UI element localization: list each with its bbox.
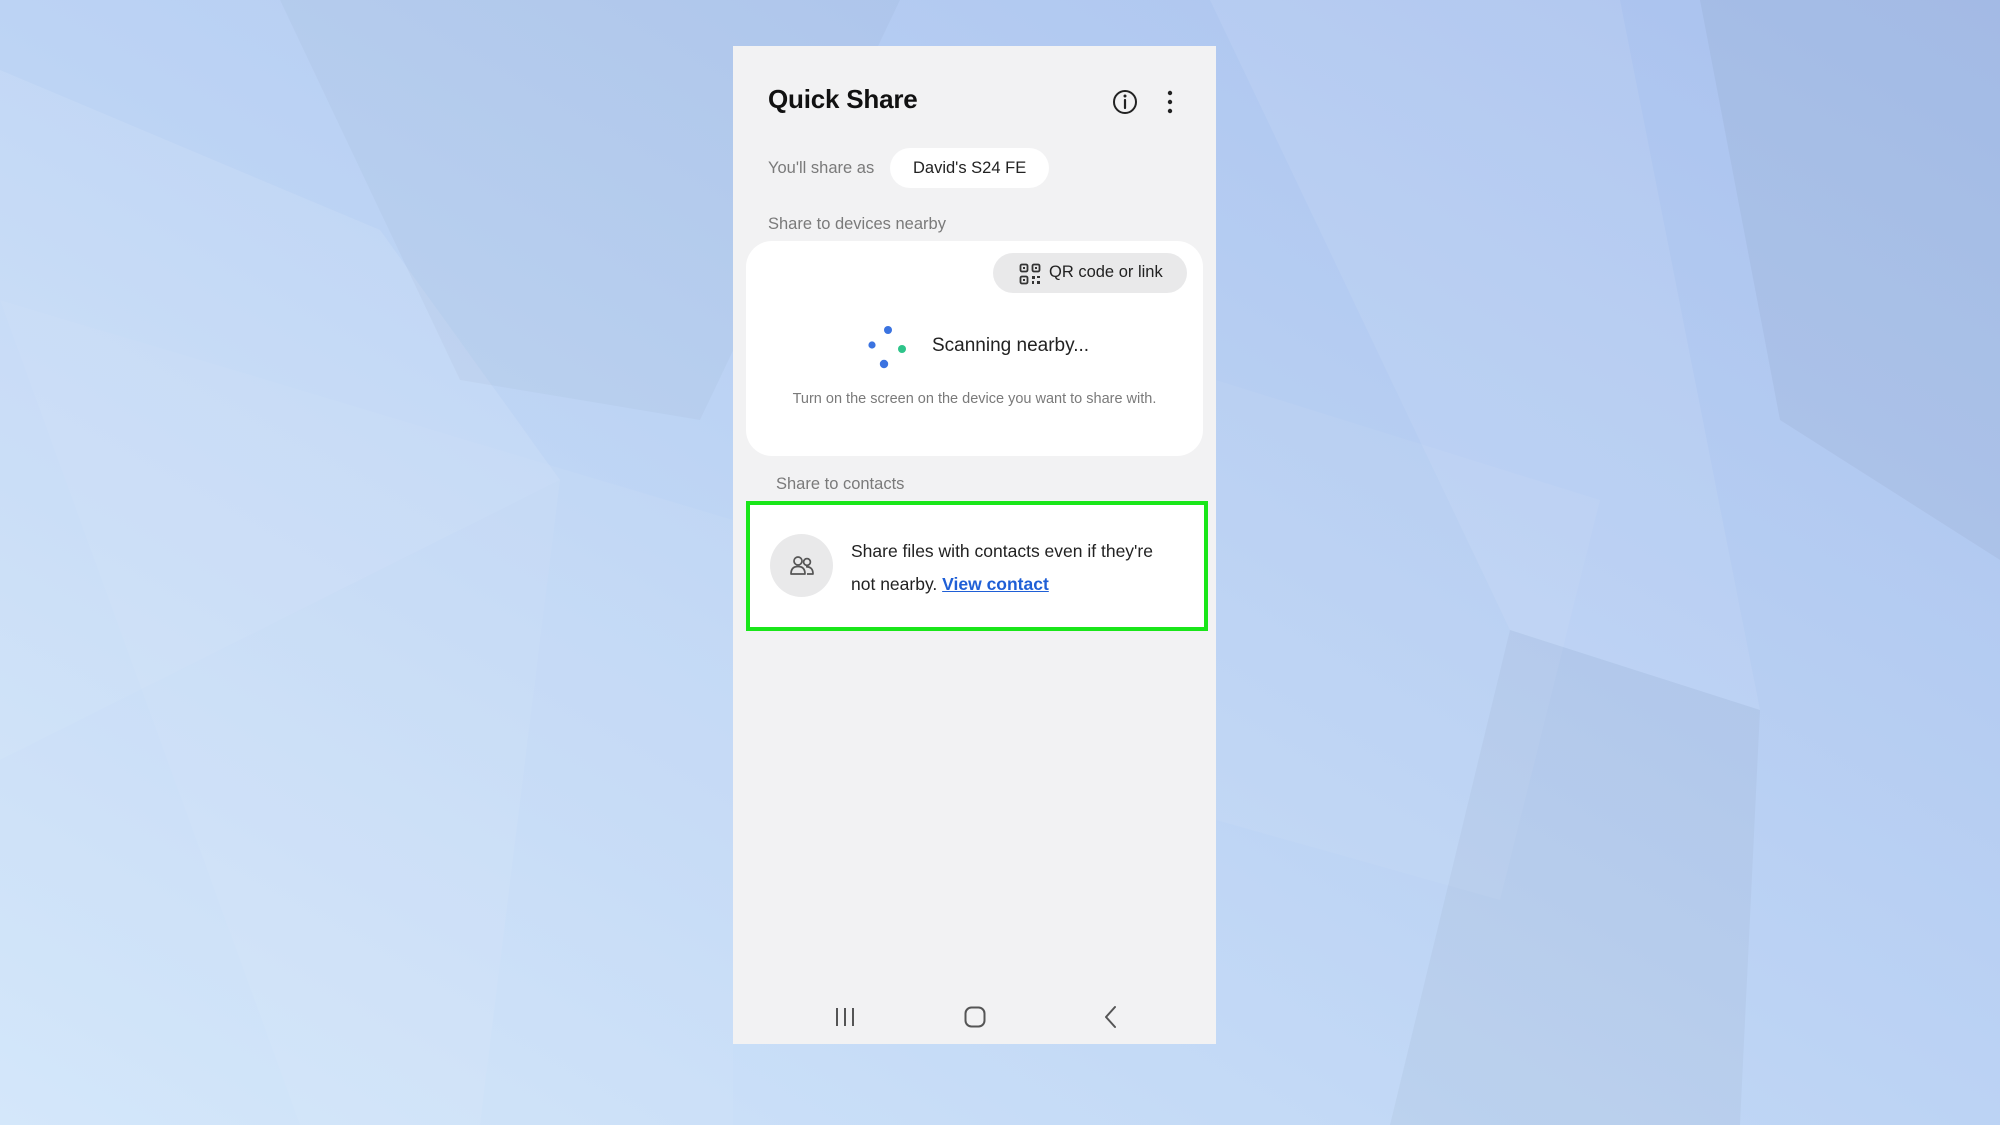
phone-screen: Quick Share You'll share as David's S24 … bbox=[733, 46, 1216, 1044]
scan-hint: Turn on the screen on the device you wan… bbox=[792, 391, 1157, 407]
page-title: Quick Share bbox=[768, 84, 918, 114]
scan-status: Scanning nearby... bbox=[932, 335, 1090, 356]
contacts-section-label: Share to contacts bbox=[776, 475, 905, 493]
scanning-icon bbox=[864, 324, 912, 377]
contacts-avatar bbox=[770, 534, 833, 597]
nearby-card: QR code or link Scanning nearby... Turn … bbox=[746, 241, 1203, 456]
recents-icon[interactable] bbox=[825, 1002, 865, 1032]
qr-code-button[interactable]: QR code or link bbox=[993, 253, 1187, 293]
back-icon[interactable] bbox=[1091, 1002, 1131, 1032]
home-icon[interactable] bbox=[955, 1002, 995, 1032]
device-name-button[interactable]: David's S24 FE bbox=[890, 148, 1050, 188]
device-name: David's S24 FE bbox=[913, 159, 1027, 177]
share-as-label: You'll share as bbox=[768, 159, 875, 177]
info-icon[interactable] bbox=[1109, 86, 1141, 118]
qr-code-icon bbox=[1019, 263, 1041, 290]
navigation-bar bbox=[733, 996, 1216, 1036]
nearby-section-label: Share to devices nearby bbox=[768, 215, 946, 233]
more-vert-icon[interactable] bbox=[1154, 86, 1186, 118]
qr-code-label: QR code or link bbox=[1049, 263, 1163, 281]
view-contact-link[interactable]: View contact bbox=[942, 574, 1049, 594]
contacts-description: Share files with contacts even if they'r… bbox=[851, 535, 1181, 601]
share-to-contacts-card[interactable]: Share files with contacts even if they'r… bbox=[746, 501, 1208, 631]
